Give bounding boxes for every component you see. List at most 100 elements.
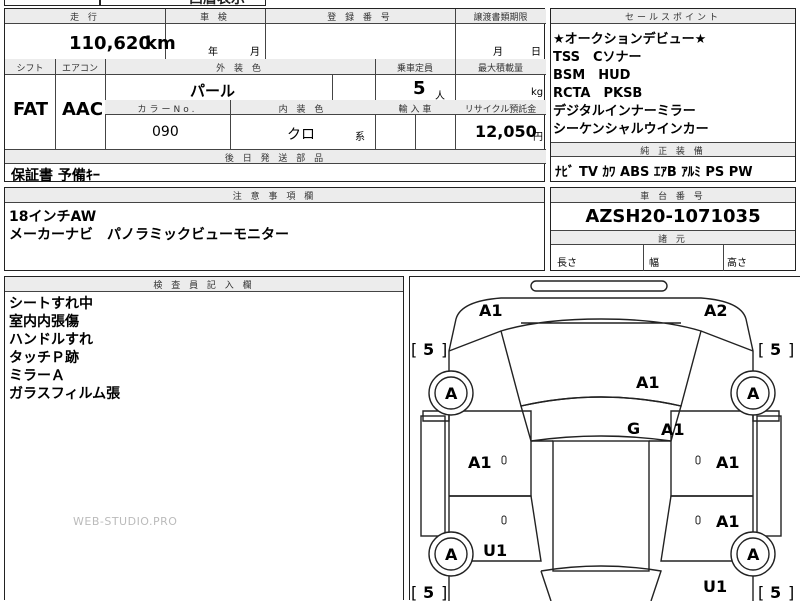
tire-grade-right-top: 5 — [770, 340, 781, 359]
interior-color-value: クロ — [287, 127, 315, 143]
import-header: 輸 入 車 — [398, 105, 432, 115]
max-load-unit: kg — [531, 87, 544, 98]
tire-label-rear-left: A — [445, 545, 458, 564]
genuine-equipment-value: ﾅﾋﾞ TV ｶﾜ ABS ｴｱB ｱﾙﾐ PS PW — [555, 165, 753, 180]
inspector-header: 検 査 員 記 入 欄 — [153, 281, 255, 291]
bracket-right-bottom-close: ] — [788, 583, 794, 601]
dimension-width-label: 幅 — [649, 258, 659, 269]
exterior-color-value: パール — [190, 82, 236, 100]
mark-right-rear-door: A1 — [716, 512, 740, 531]
bracket-left-bottom-close: ] — [441, 583, 447, 601]
mileage-unit: km — [145, 33, 176, 54]
note-line: メーカーナビ パノラミックビューモニター — [9, 227, 289, 243]
aircon-header: エアコン — [61, 64, 98, 74]
car-diagram-box: A A A A [ 5 ] [ 5 ] [ 5 ] [ 5 ] A1 A2 A1… — [409, 276, 800, 601]
sales-point-line: デジタルインナーミラー — [553, 104, 696, 119]
chassis-number: AZSH20-1071035 — [585, 206, 761, 227]
exterior-color-header: 外 装 色 — [216, 64, 264, 74]
bracket-left-bottom-open: [ — [411, 583, 417, 601]
mark-front-right-corner: A2 — [704, 301, 728, 320]
sales-point-line: シーケンシャルウインカー — [553, 122, 709, 137]
deferred-parts-value: 保証書 予備ｷｰ — [11, 168, 100, 184]
transfer-header: 譲渡書類期限 — [473, 13, 528, 23]
inspector-line: シートすれ中 — [9, 296, 93, 312]
note-line: 18インチAW — [9, 209, 97, 225]
tire-grade-left-top: 5 — [423, 340, 434, 359]
color-no-header: カラーNo. — [137, 105, 198, 115]
inspector-line: タッチＰ跡 — [9, 350, 79, 366]
shift-value: FAT — [13, 99, 49, 120]
sales-points-box: セールスポイント ★オークションデビュー★ TSS Cソナー BSM HUD R… — [550, 8, 796, 182]
bracket-right-top-close: ] — [788, 340, 794, 359]
top-partial-row: 西暦表示 — [4, 0, 800, 8]
deferred-parts-header: 後 日 発 送 部 品 — [224, 154, 327, 164]
tire-label-front-right: A — [747, 384, 760, 403]
chassis-box: 車 台 番 号 AZSH20-1071035 諸 元 長さ 幅 高さ — [550, 187, 796, 271]
max-load-header: 最大積載量 — [477, 64, 523, 74]
capacity-value: 5 — [413, 78, 426, 99]
inspector-line: ガラスフィルム張 — [9, 386, 121, 402]
info-table: 走 行 車 検 登 録 番 号 譲渡書類期限 110,620 km 年 月 月 … — [4, 8, 546, 184]
top-partial-text: 西暦表示 — [189, 0, 245, 8]
mark-right-rear-bottom: U1 — [703, 577, 727, 596]
interior-color-suffix: 系 — [355, 132, 365, 143]
mark-right-front-door: A1 — [716, 453, 740, 472]
bracket-left-top-open: [ — [411, 340, 417, 359]
sales-point-line: TSS Cソナー — [553, 50, 642, 65]
notes-box: 注 意 事 項 欄 18インチAW メーカーナビ パノラミックビューモニター — [4, 187, 545, 271]
inspection-month-label: 月 — [250, 47, 260, 58]
watermark: WEB-STUDIO.PRO — [73, 515, 178, 528]
mileage-header: 走 行 — [70, 13, 100, 23]
mark-windshield-right: A1 — [661, 420, 685, 439]
left-rocker — [420, 415, 446, 537]
hood-outline — [500, 318, 702, 407]
tire-label-front-left: A — [445, 384, 458, 403]
dimensions-header: 諸 元 — [658, 235, 688, 245]
inspector-line: 室内内張傷 — [9, 314, 79, 330]
aircon-value: AAC — [62, 99, 104, 120]
bracket-right-top-open: [ — [758, 340, 764, 359]
front-bumper-bar — [530, 280, 668, 292]
bracket-right-bottom-open: [ — [758, 583, 764, 601]
mark-left-front-door: A1 — [468, 453, 492, 472]
registration-header: 登 録 番 号 — [327, 13, 393, 23]
transfer-month-label: 月 — [493, 47, 503, 58]
transfer-day-label: 日 — [531, 47, 541, 58]
dimension-height-label: 高さ — [727, 258, 747, 269]
genuine-equipment-header: 純 正 装 備 — [640, 147, 706, 157]
mark-hood: A1 — [636, 373, 660, 392]
capacity-header: 乗車定員 — [396, 64, 433, 74]
inspection-year-label: 年 — [208, 47, 218, 58]
color-no-value: 090 — [152, 124, 179, 140]
dimension-length-label: 長さ — [557, 258, 577, 269]
sales-point-line: BSM HUD — [553, 68, 631, 83]
sales-points-list: ★オークションデビュー★ TSS Cソナー BSM HUD RCTA PKSB … — [553, 31, 709, 139]
roof-outline — [552, 440, 650, 572]
sales-points-header: セールスポイント — [624, 13, 721, 23]
mark-left-rear-fender: U1 — [483, 541, 507, 560]
recycle-header: リサイクル預託金 — [464, 105, 537, 115]
tire-grade-left-bottom: 5 — [423, 583, 434, 601]
mark-front-left-corner: A1 — [479, 301, 503, 320]
bracket-left-top-close: ] — [441, 340, 447, 359]
inspector-line: ハンドルすれ — [9, 332, 93, 348]
chassis-header: 車 台 番 号 — [640, 192, 706, 202]
tires — [428, 370, 776, 577]
tire-grade-right-bottom: 5 — [770, 583, 781, 601]
sales-point-line: ★オークションデビュー★ — [553, 32, 707, 47]
tire-label-rear-right: A — [747, 545, 760, 564]
windshield-outline — [520, 396, 682, 442]
notes-list: 18インチAW メーカーナビ パノラミックビューモニター — [9, 208, 289, 244]
recycle-unit: 円 — [533, 132, 543, 143]
car-diagram: A A A A [ 5 ] [ 5 ] [ 5 ] [ 5 ] A1 A2 A1… — [411, 280, 794, 601]
mark-windshield: G — [627, 419, 640, 438]
right-rocker — [756, 415, 782, 537]
interior-color-header: 内 装 色 — [278, 105, 327, 115]
inspector-box: 検 査 員 記 入 欄 シートすれ中 室内内張傷 ハンドルすれ タッチＰ跡 ミラ… — [4, 276, 404, 600]
inspector-line: ミラーＡ — [9, 368, 65, 384]
inspection-header: 車 検 — [200, 13, 230, 23]
sales-point-line: RCTA PKSB — [553, 86, 643, 101]
recycle-value: 12,050 — [475, 122, 537, 141]
inspector-list: シートすれ中 室内内張傷 ハンドルすれ タッチＰ跡 ミラーＡ ガラスフィルム張 — [9, 295, 120, 403]
mileage-value: 110,620 — [69, 33, 151, 54]
